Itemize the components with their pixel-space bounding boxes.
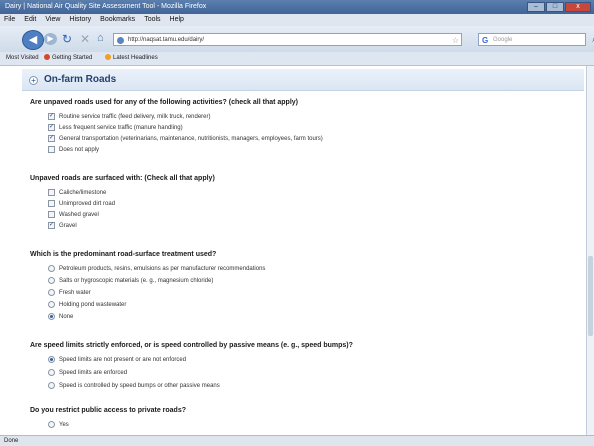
bookmarks-toolbar: Most Visited Getting Started Latest Head… xyxy=(0,52,594,66)
option-salts[interactable]: Salts or hygroscopic materials (e. g., m… xyxy=(48,277,213,286)
status-bar: Done xyxy=(0,435,594,446)
option-not-enforced[interactable]: Speed limits are not present or are not … xyxy=(48,356,186,365)
menu-tools[interactable]: Tools xyxy=(144,14,160,26)
checkbox[interactable]: ✓ xyxy=(48,135,55,142)
radio-button[interactable] xyxy=(48,301,55,308)
section-title: On-farm Roads xyxy=(44,74,117,85)
question-unpaved-road-use: Are unpaved roads used for any of the fo… xyxy=(30,99,298,106)
rss-icon xyxy=(105,54,111,61)
option-holding-pond[interactable]: Holding pond wastewater xyxy=(48,301,126,310)
radio-button[interactable] xyxy=(48,265,55,272)
address-bar[interactable]: http://naqsat.tamu.edu/dairy/ ☆ xyxy=(113,33,462,46)
question-speed-limits: Are speed limits strictly enforced, or i… xyxy=(30,342,353,349)
option-enforced[interactable]: Speed limits are enforced xyxy=(48,369,127,378)
checkbox[interactable]: ✓ xyxy=(48,113,55,120)
search-bar[interactable]: G Google ⌕ xyxy=(478,33,594,47)
option-passive-means[interactable]: Speed is controlled by speed bumps or ot… xyxy=(48,382,220,391)
option-dirt-road[interactable]: Unimproved dirt road xyxy=(48,200,115,209)
menu-edit[interactable]: Edit xyxy=(24,14,36,26)
radio-button[interactable] xyxy=(48,277,55,284)
checkbox[interactable] xyxy=(48,146,55,153)
window-titlebar: Dairy | National Air Quality Site Assess… xyxy=(0,0,594,14)
option-petroleum[interactable]: Petroleum products, resins, emulsions as… xyxy=(48,265,265,274)
menu-bookmarks[interactable]: Bookmarks xyxy=(100,14,135,26)
option-yes[interactable]: Yes xyxy=(48,421,69,430)
question-public-access: Do you restrict public access to private… xyxy=(30,407,186,414)
radio-button[interactable] xyxy=(48,313,55,320)
close-button[interactable]: x xyxy=(565,2,591,12)
question-road-surface: Unpaved roads are surfaced with: (Check … xyxy=(30,175,215,182)
option-less-frequent[interactable]: ✓ Less frequent service traffic (manure h… xyxy=(48,124,183,133)
search-engine-icon[interactable]: G xyxy=(482,34,488,47)
stop-icon[interactable]: ✕ xyxy=(80,32,90,46)
scrollbar-thumb[interactable] xyxy=(588,256,593,336)
bookmark-getting-started[interactable]: Getting Started xyxy=(44,52,92,65)
radio-button[interactable] xyxy=(48,369,55,376)
page-content: + On-farm Roads Are unpaved roads used f… xyxy=(0,66,586,435)
bookmark-most-visited[interactable]: Most Visited xyxy=(6,52,39,65)
option-washed-gravel[interactable]: Washed gravel xyxy=(48,211,99,220)
option-routine-service[interactable]: ✓ Routine service traffic (feed delivery,… xyxy=(48,113,211,122)
option-fresh-water[interactable]: Fresh water xyxy=(48,289,91,298)
radio-button[interactable] xyxy=(48,289,55,296)
option-does-not-apply[interactable]: Does not apply xyxy=(48,146,99,155)
menu-bar: File Edit View History Bookmarks Tools H… xyxy=(0,14,594,26)
maximize-button[interactable]: □ xyxy=(546,2,564,12)
option-caliche[interactable]: Caliche/limestone xyxy=(48,189,106,198)
option-gravel[interactable]: ✓ Gravel xyxy=(48,222,77,231)
window-title: Dairy | National Air Quality Site Assess… xyxy=(5,3,207,10)
option-none[interactable]: None xyxy=(48,313,73,322)
checkbox[interactable] xyxy=(48,200,55,207)
radio-button[interactable] xyxy=(48,356,55,363)
expand-toggle-icon[interactable]: + xyxy=(29,76,38,85)
site-identity-icon[interactable] xyxy=(117,37,124,44)
checkbox[interactable]: ✓ xyxy=(48,222,55,229)
menu-help[interactable]: Help xyxy=(170,14,184,26)
navigation-toolbar: ◀ ▶ ↻ ✕ ⌂ http://naqsat.tamu.edu/dairy/ … xyxy=(0,26,594,53)
menu-view[interactable]: View xyxy=(45,14,60,26)
bookmark-latest-headlines[interactable]: Latest Headlines xyxy=(105,52,158,65)
menu-history[interactable]: History xyxy=(69,14,91,26)
vertical-scrollbar[interactable] xyxy=(586,66,594,435)
reload-icon[interactable]: ↻ xyxy=(62,32,72,46)
window-controls: – □ x xyxy=(527,2,591,12)
firefox-icon xyxy=(44,54,50,61)
url-text[interactable]: http://naqsat.tamu.edu/dairy/ xyxy=(128,34,204,47)
radio-button[interactable] xyxy=(48,382,55,389)
checkbox[interactable]: ✓ xyxy=(48,124,55,131)
menu-file[interactable]: File xyxy=(4,14,15,26)
checkbox[interactable] xyxy=(48,189,55,196)
checkbox[interactable] xyxy=(48,211,55,218)
bookmark-star-icon[interactable]: ☆ xyxy=(452,34,459,47)
radio-button[interactable] xyxy=(48,421,55,428)
question-surface-treatment: Which is the predominant road-surface tr… xyxy=(30,251,217,258)
forward-button[interactable]: ▶ xyxy=(44,33,57,45)
search-placeholder[interactable]: Google xyxy=(493,34,512,47)
home-icon[interactable]: ⌂ xyxy=(97,32,104,44)
option-general-transport[interactable]: ✓ General transportation (veterinarians, … xyxy=(48,135,323,144)
minimize-button[interactable]: – xyxy=(527,2,545,12)
back-button[interactable]: ◀ xyxy=(22,30,44,50)
section-header[interactable]: + On-farm Roads xyxy=(22,69,584,91)
